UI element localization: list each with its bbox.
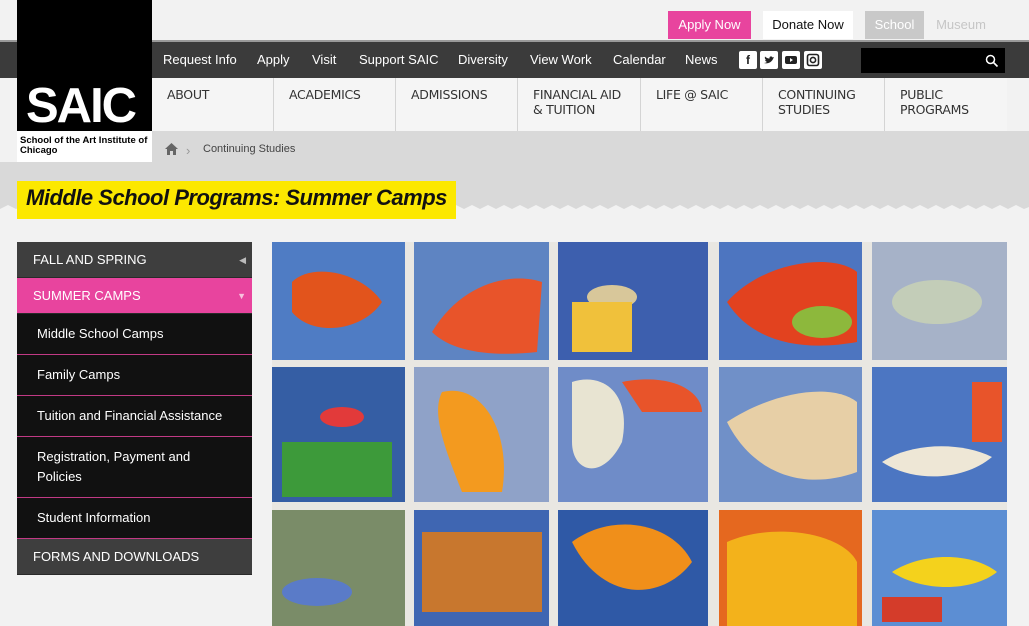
sidebar-item-fall-spring[interactable]: FALL AND SPRING ◀: [17, 242, 252, 278]
nav-news[interactable]: News: [685, 42, 718, 78]
saic-logo[interactable]: SAIC School of the Art Institute of Chic…: [17, 0, 152, 162]
tab-school[interactable]: School: [865, 11, 924, 39]
main-nav-financial-aid[interactable]: FINANCIAL AID & TUITION: [518, 78, 641, 131]
facebook-icon[interactable]: f: [739, 51, 757, 69]
caret-left-icon: ◀: [239, 255, 246, 265]
sidebar-subitem-family-camps[interactable]: Family Camps: [17, 355, 252, 396]
sidebar-subitem-tuition[interactable]: Tuition and Financial Assistance: [17, 396, 252, 437]
page-title: Middle School Programs: Summer Camps: [17, 181, 456, 219]
main-nav-admissions[interactable]: ADMISSIONS: [396, 78, 518, 131]
hero-image: [272, 242, 1007, 626]
logo-wordmark: SAIC: [26, 79, 137, 133]
sidebar-item-summer-camps[interactable]: SUMMER CAMPS ▼: [17, 278, 252, 314]
sidebar-item-label: SUMMER CAMPS: [33, 288, 141, 303]
tab-museum[interactable]: Museum: [927, 11, 995, 39]
sidebar-item-label: FALL AND SPRING: [33, 252, 147, 267]
twitter-icon[interactable]: [760, 51, 778, 69]
donate-now-button[interactable]: Donate Now: [763, 11, 853, 39]
apply-now-button[interactable]: Apply Now: [668, 11, 751, 39]
nav-support-saic[interactable]: Support SAIC: [359, 42, 439, 78]
sidebar-item-label: FORMS AND DOWNLOADS: [33, 549, 200, 564]
youtube-icon[interactable]: [782, 51, 800, 69]
main-nav-public-programs[interactable]: PUBLIC PROGRAMS: [885, 78, 1007, 131]
search-icon[interactable]: [985, 54, 999, 68]
main-nav-about[interactable]: ABOUT: [152, 78, 274, 131]
logo-subtitle: School of the Art Institute of Chicago: [17, 131, 152, 162]
caret-down-icon: ▼: [237, 291, 246, 301]
breadcrumb-current[interactable]: Continuing Studies: [203, 143, 295, 155]
sidebar-nav: FALL AND SPRING ◀ SUMMER CAMPS ▼ Middle …: [17, 242, 252, 575]
sidebar-subitem-middle-school-camps[interactable]: Middle School Camps: [17, 314, 252, 355]
nav-diversity[interactable]: Diversity: [458, 42, 508, 78]
nav-apply[interactable]: Apply: [257, 42, 290, 78]
nav-calendar[interactable]: Calendar: [613, 42, 666, 78]
fish-painting-collage: [272, 242, 1007, 626]
nav-view-work[interactable]: View Work: [530, 42, 592, 78]
main-nav: ABOUT ACADEMICS ADMISSIONS FINANCIAL AID…: [152, 78, 1007, 131]
nav-visit[interactable]: Visit: [312, 42, 336, 78]
main-nav-academics[interactable]: ACADEMICS: [274, 78, 396, 131]
search-input[interactable]: [861, 48, 1005, 73]
main-nav-continuing-studies[interactable]: CONTINUING STUDIES: [763, 78, 885, 131]
utility-bar: Apply Now Donate Now School Museum: [0, 0, 1029, 40]
top-nav-bar: Request Info Apply Visit Support SAIC Di…: [0, 40, 1029, 78]
main-nav-life-at-saic[interactable]: LIFE @ SAIC: [641, 78, 763, 131]
sidebar-subitem-student-information[interactable]: Student Information: [17, 498, 252, 539]
sidebar-item-forms-downloads[interactable]: FORMS AND DOWNLOADS: [17, 539, 252, 575]
chevron-right-icon: ›: [186, 143, 191, 158]
home-icon[interactable]: [165, 143, 178, 155]
nav-request-info[interactable]: Request Info: [163, 42, 237, 78]
instagram-icon[interactable]: [804, 51, 822, 69]
sidebar-subitem-registration[interactable]: Registration, Payment and Policies: [17, 437, 252, 498]
